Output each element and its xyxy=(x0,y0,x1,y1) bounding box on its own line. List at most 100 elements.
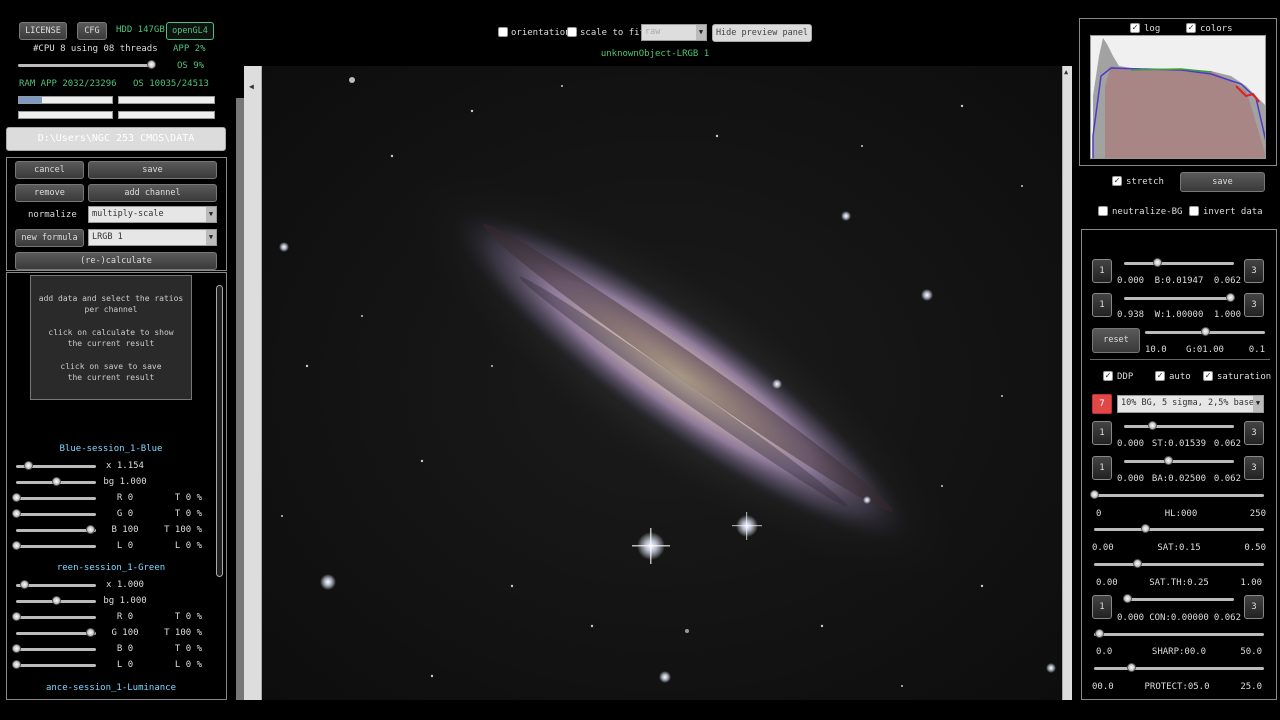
session-slider[interactable] xyxy=(12,541,96,551)
scale-select[interactable]: raw ▼ xyxy=(641,24,707,41)
auto-checkbox[interactable]: ✓ xyxy=(1155,371,1165,381)
opengl-button[interactable]: openGL4 xyxy=(166,22,214,40)
decrement-button[interactable]: 1 xyxy=(1092,293,1112,317)
invert-data-checkbox[interactable] xyxy=(1189,206,1199,216)
invert-data-label: invert data xyxy=(1203,207,1263,217)
orientation-label: orientation xyxy=(511,28,571,38)
info-line: click on save to save xyxy=(60,362,162,371)
log-checkbox[interactable]: ✓ xyxy=(1130,23,1140,33)
divider[interactable] xyxy=(236,98,244,700)
decrement-button[interactable]: 1 xyxy=(1092,421,1112,445)
sat-slider[interactable] xyxy=(1094,524,1264,534)
cancel-button[interactable]: cancel xyxy=(15,161,84,179)
os-ram-bar xyxy=(118,96,215,104)
scale-to-fit-checkbox[interactable] xyxy=(567,27,577,37)
slider-max-label: 50.0 xyxy=(1240,647,1262,657)
increment-button[interactable]: 3 xyxy=(1244,456,1264,480)
sat-th-slider[interactable] xyxy=(1094,559,1264,569)
white-point-slider[interactable] xyxy=(1124,293,1235,303)
neutralize-bg-checkbox[interactable] xyxy=(1098,206,1108,216)
increment-button[interactable]: 3 xyxy=(1244,421,1264,445)
colors-checkbox[interactable]: ✓ xyxy=(1186,23,1196,33)
chevron-left-icon: ◀ xyxy=(249,82,254,91)
new-formula-button[interactable]: new formula xyxy=(15,229,84,247)
slider-max-label: 0.1 xyxy=(1248,345,1265,355)
right-scrollbar[interactable]: ▲ xyxy=(1062,66,1072,700)
stretch-checkbox[interactable]: ✓ xyxy=(1112,176,1122,186)
stretch-label: stretch xyxy=(1126,177,1164,187)
session-slider[interactable] xyxy=(12,660,96,670)
ddp-checkbox[interactable]: ✓ xyxy=(1103,371,1113,381)
decrement-button[interactable]: 1 xyxy=(1092,595,1112,619)
save-stretch-button[interactable]: save xyxy=(1180,172,1265,192)
scale-value: raw xyxy=(645,27,661,37)
divider xyxy=(1090,359,1270,360)
calculate-button[interactable]: (re-)calculate xyxy=(15,252,217,270)
session-slider[interactable] xyxy=(12,644,96,654)
threads-slider[interactable] xyxy=(18,60,157,70)
increment-button[interactable]: 3 xyxy=(1244,293,1264,317)
session-threshold: T 0 % xyxy=(174,644,202,654)
slider-max-label: 1.000 xyxy=(1213,310,1241,320)
preset-select[interactable]: 10% BG, 5 sigma, 2,5% base ▼ xyxy=(1117,395,1264,413)
colors-label: colors xyxy=(1200,24,1233,34)
session-value: B 100 xyxy=(111,525,139,535)
ram-label: RAM APP 2032/23296 xyxy=(19,79,117,89)
con-slider[interactable] xyxy=(1123,594,1234,604)
increment-button[interactable]: 3 xyxy=(1244,259,1264,283)
sessions-scrollbar[interactable] xyxy=(216,285,223,577)
session-threshold: L 0 % xyxy=(174,541,202,551)
slider-max-label: 250 xyxy=(1249,509,1266,519)
increment-button[interactable]: 3 xyxy=(1244,595,1264,619)
preview-image[interactable] xyxy=(262,66,1062,700)
st-slider[interactable] xyxy=(1124,421,1234,431)
save-channel-button[interactable]: save xyxy=(88,161,217,179)
preset-value: 10% BG, 5 sigma, 2,5% base xyxy=(1121,398,1255,408)
gamma-slider[interactable] xyxy=(1145,327,1265,337)
session-threshold: T 100 % xyxy=(164,525,202,535)
ba-slider[interactable] xyxy=(1124,456,1234,466)
session-slider[interactable] xyxy=(12,612,96,622)
slider-max-label: 0.062 xyxy=(1213,439,1241,449)
info-line: the current result xyxy=(67,373,155,382)
session-slider[interactable] xyxy=(12,493,96,503)
info-line: the current result xyxy=(67,339,155,348)
session-slider[interactable] xyxy=(16,461,96,471)
reset-button[interactable]: reset xyxy=(1092,328,1140,353)
sharp-slider[interactable] xyxy=(1094,629,1264,639)
cfg-button[interactable]: CFG xyxy=(77,22,107,40)
session-value: B 0 xyxy=(116,644,134,654)
session-value: bg 1.000 xyxy=(103,596,147,606)
decrement-button[interactable]: 1 xyxy=(1092,456,1112,480)
license-button[interactable]: LICENSE xyxy=(19,22,67,40)
remove-button[interactable]: remove xyxy=(15,184,84,202)
normalize-value: multiply-scale xyxy=(92,209,164,219)
session-slider[interactable] xyxy=(12,509,96,519)
os-ram-label: OS 10035/24513 xyxy=(133,79,209,89)
session-slider[interactable] xyxy=(16,628,96,638)
formula-select[interactable]: LRGB 1 ▼ xyxy=(88,229,217,246)
add-channel-button[interactable]: add channel xyxy=(88,184,217,202)
session-slider[interactable] xyxy=(16,580,96,590)
chevron-down-icon: ▼ xyxy=(696,25,706,40)
info-line: click on calculate to show xyxy=(48,328,174,337)
hl-slider[interactable] xyxy=(1090,490,1264,500)
data-path-button[interactable]: D:\Users\NGC 253 CMOS\DATA xyxy=(6,127,226,151)
galaxy-image xyxy=(279,77,1056,687)
session-slider[interactable] xyxy=(16,596,96,606)
neutralize-bg-label: neutralize-BG xyxy=(1112,207,1183,217)
vertical-scrollbar[interactable]: ◀ xyxy=(244,66,262,700)
black-point-slider[interactable] xyxy=(1124,258,1234,268)
saturation-checkbox[interactable]: ✓ xyxy=(1203,371,1213,381)
protect-slider[interactable] xyxy=(1094,663,1264,673)
preset-number[interactable]: 7 xyxy=(1092,394,1112,414)
hide-preview-button[interactable]: Hide preview panel xyxy=(712,24,812,42)
chevron-down-icon: ▼ xyxy=(1253,396,1263,412)
session-slider[interactable] xyxy=(16,525,96,535)
orientation-checkbox[interactable] xyxy=(498,27,508,37)
saturation-label: saturation xyxy=(1217,372,1272,382)
normalize-select[interactable]: multiply-scale ▼ xyxy=(88,206,217,223)
session-slider[interactable] xyxy=(16,477,96,487)
decrement-button[interactable]: 1 xyxy=(1092,259,1112,283)
session-threshold: T 0 % xyxy=(174,612,202,622)
